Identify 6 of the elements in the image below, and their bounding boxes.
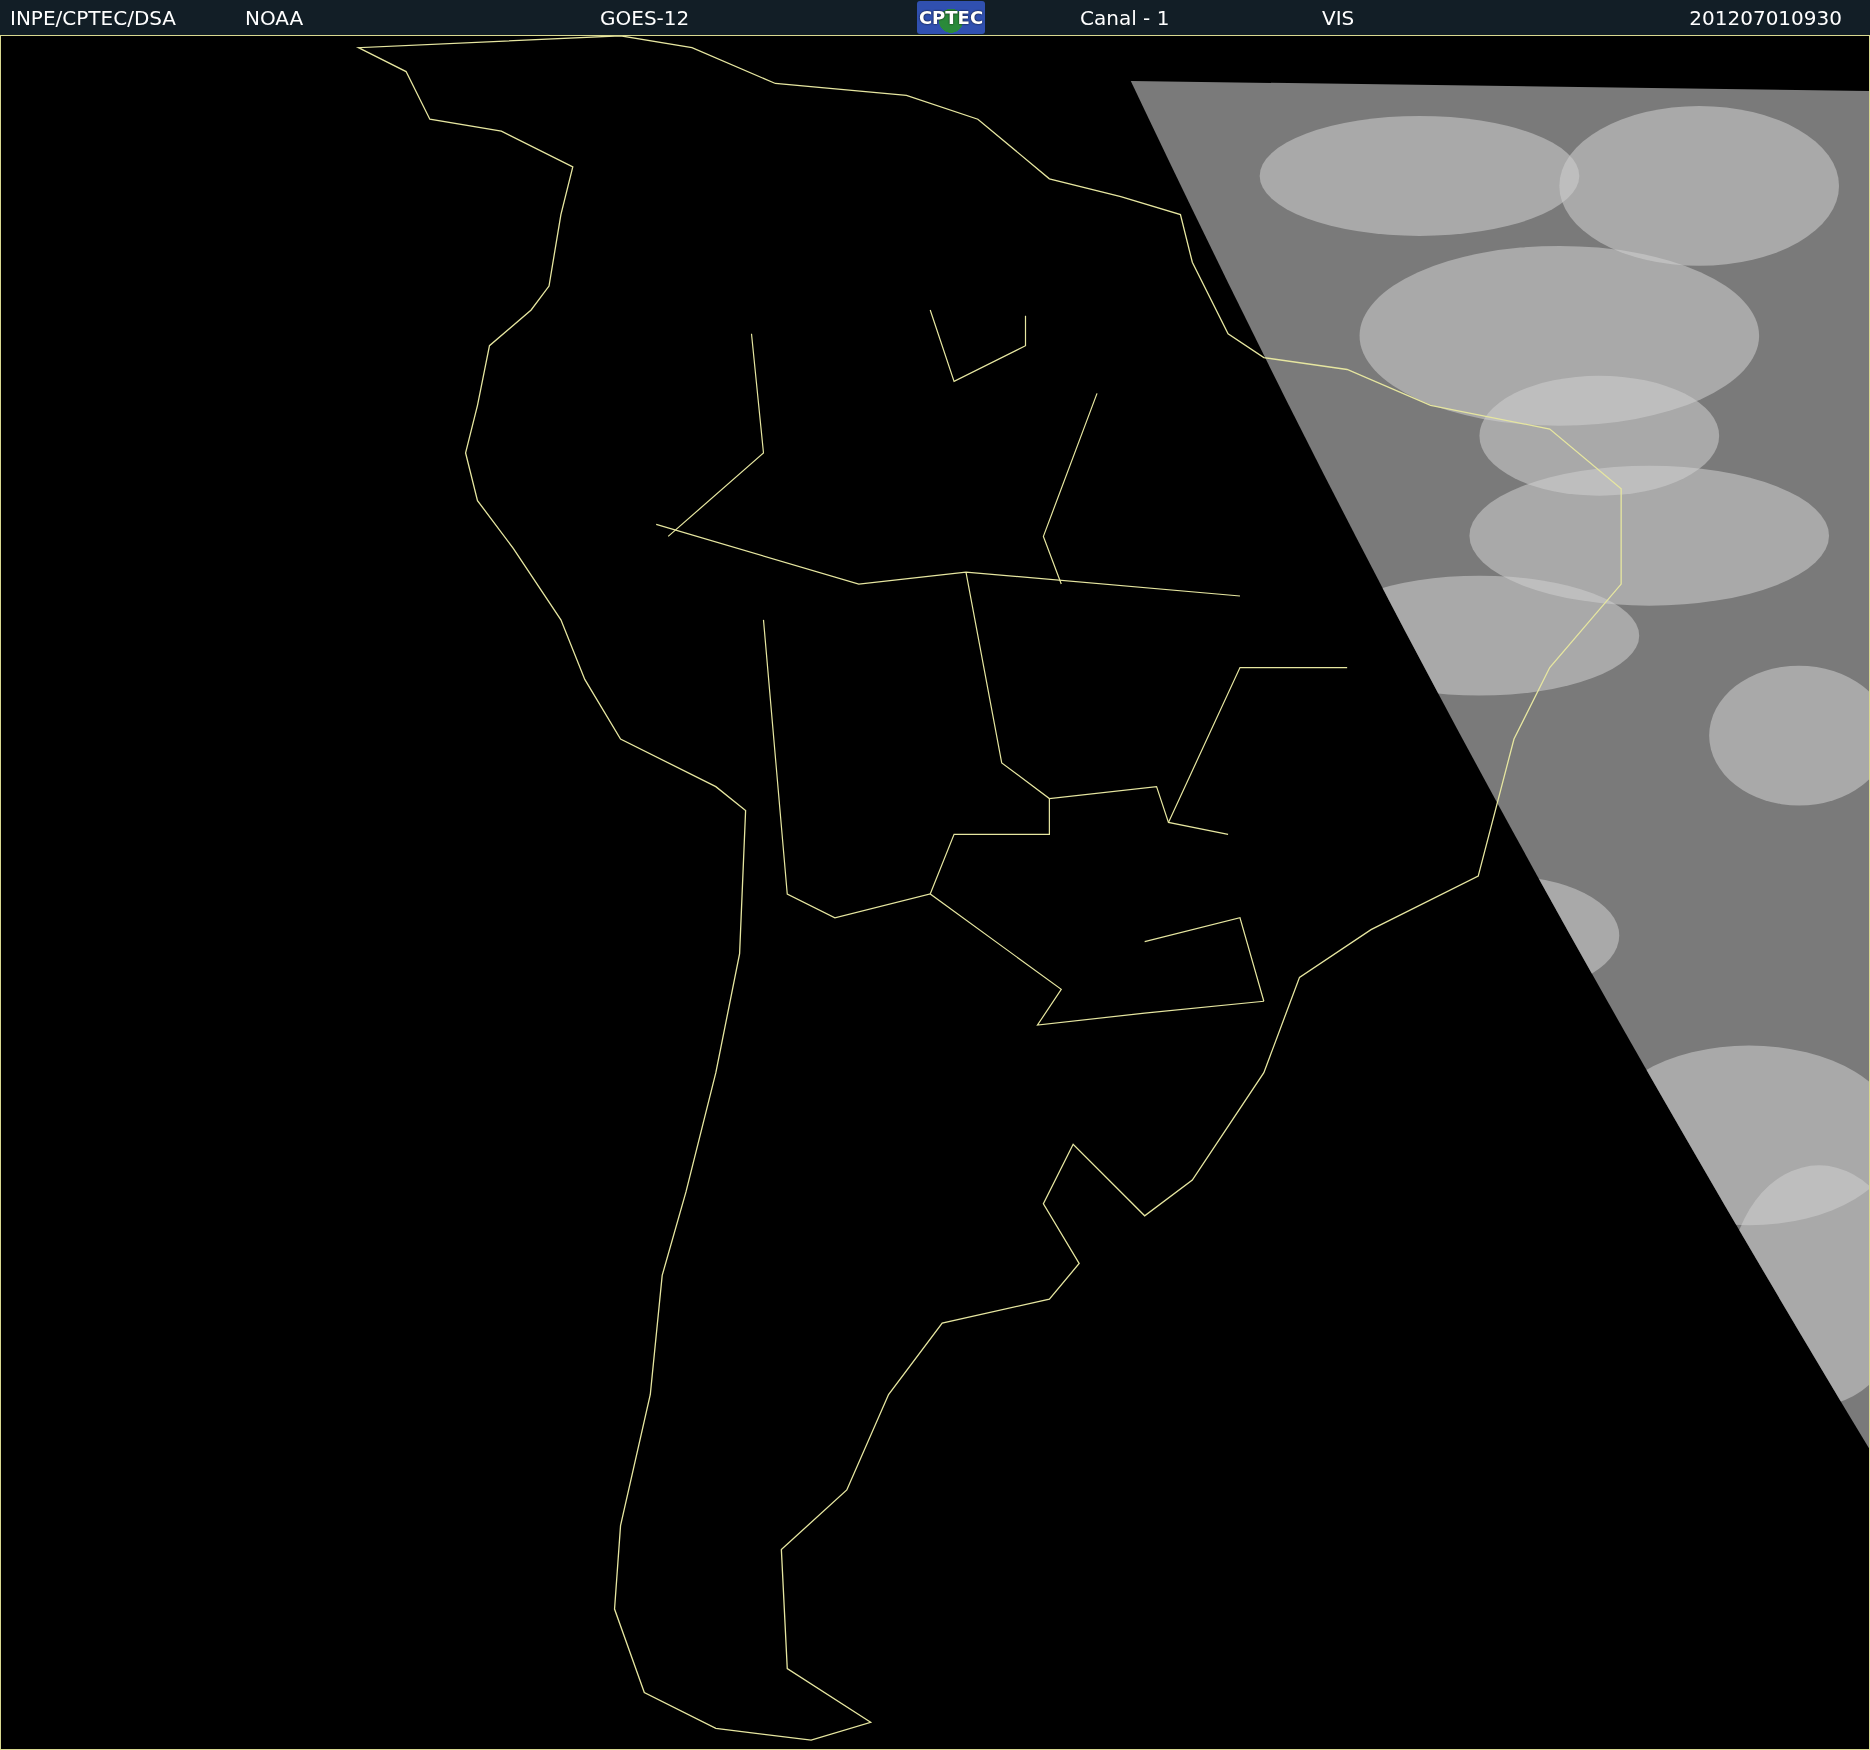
header-label: VIS: [1322, 5, 1356, 30]
header-label: Canal - 1: [1080, 5, 1171, 30]
header-label: 201207010930: [1689, 5, 1842, 30]
header-label: NOAA: [245, 5, 305, 30]
header-label: GOES-12: [600, 5, 691, 30]
header-label: INPE/CPTEC/DSA: [10, 5, 178, 30]
